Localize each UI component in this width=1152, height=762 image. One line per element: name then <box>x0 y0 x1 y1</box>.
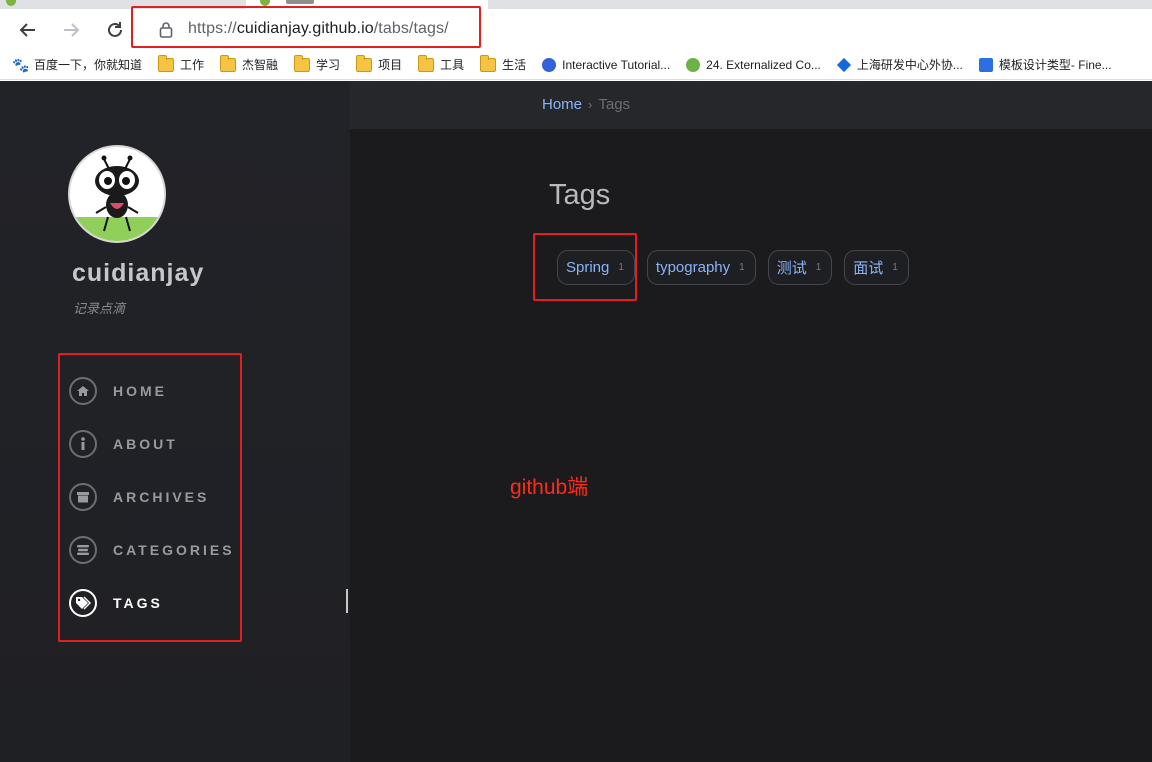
bookmark-label: 工作 <box>180 58 205 72</box>
tag-list: Spring 1 typography 1 测试 1 面试 1 <box>557 250 921 285</box>
tag-typography[interactable]: typography 1 <box>646 250 756 285</box>
reload-button[interactable] <box>102 17 128 43</box>
tag-name: Spring <box>566 259 610 276</box>
bookmark-folder-life[interactable]: 生活 <box>480 54 527 73</box>
bookmark-label: 百度一下，你就知道 <box>34 58 143 72</box>
url-text[interactable]: https://cuidianjay.github.io/tabs/tags/ <box>188 20 449 38</box>
main-content: Tags Spring 1 typography 1 测试 1 面试 1 github端 <box>350 129 1152 762</box>
bookmark-folder-work[interactable]: 工作 <box>158 54 205 73</box>
url-host: cuidianjay.github.io <box>236 20 374 37</box>
page: cuidianjay 记录点滴 HOME ABOUT ARCHIVES CATE… <box>0 81 1152 762</box>
tag-testing[interactable]: 测试 1 <box>767 250 833 285</box>
bookmark-label: 学习 <box>316 58 341 72</box>
page-title: Tags <box>549 179 611 211</box>
bookmark-k8s-tutorial[interactable]: Interactive Tutorial... <box>542 57 671 72</box>
bookmark-jira[interactable]: 上海研发中心外协... <box>836 56 963 73</box>
bookmark-label: 模板设计类型- Fine... <box>998 58 1112 72</box>
bookmark-folder-study[interactable]: 学习 <box>294 54 341 73</box>
bookmark-folder-jiezhirong[interactable]: 杰智融 <box>220 54 279 73</box>
ant-avatar-icon <box>70 155 164 241</box>
topbar: Home › Tags <box>350 81 1152 129</box>
sidebar-resize-handle[interactable] <box>346 589 348 613</box>
sidebar-item-label: ABOUT <box>113 435 178 452</box>
sidebar-item-about[interactable]: ABOUT <box>69 417 239 470</box>
back-arrow-icon <box>19 23 35 37</box>
bookmark-folder-tools[interactable]: 工具 <box>418 54 465 73</box>
browser-chrome: https://cuidianjay.github.io/tabs/tags/ … <box>0 0 1152 81</box>
tag-spring[interactable]: Spring 1 <box>557 250 635 285</box>
tag-count: 1 <box>739 262 745 273</box>
bookmark-label: 杰智融 <box>242 58 279 72</box>
baidu-paw-icon: 🐾 <box>12 56 30 73</box>
kubernetes-icon <box>542 57 557 72</box>
url-scheme: https:// <box>188 20 237 37</box>
spring-leaf-icon <box>686 57 701 72</box>
tab-favicon <box>260 0 270 6</box>
tag-count: 1 <box>618 262 624 273</box>
active-tab[interactable] <box>246 0 488 9</box>
bookmark-spring-externalized[interactable]: 24. Externalized Co... <box>686 57 821 72</box>
bookmark-label: 上海研发中心外协... <box>856 58 963 72</box>
address-bar[interactable]: https://cuidianjay.github.io/tabs/tags/ <box>143 13 1152 45</box>
sidebar-nav: HOME ABOUT ARCHIVES CATEGORIES TAGS <box>69 364 239 629</box>
lock-icon[interactable] <box>159 21 173 38</box>
site-subtitle: 记录点滴 <box>73 301 126 316</box>
bookmark-label: Interactive Tutorial... <box>562 57 671 72</box>
tag-count: 1 <box>892 262 898 273</box>
jira-diamond-icon <box>836 57 851 72</box>
tab-strip <box>0 0 1152 9</box>
bookmark-baidu[interactable]: 🐾 百度一下，你就知道 <box>12 56 142 73</box>
tags-icon <box>69 588 97 617</box>
tab-favicon[interactable] <box>6 0 16 6</box>
sidebar-item-label: ARCHIVES <box>113 488 210 505</box>
bookmark-finereport[interactable]: 模板设计类型- Fine... <box>978 56 1112 73</box>
bookmark-label: 24. Externalized Co... <box>706 57 821 72</box>
sidebar-item-label: TAGS <box>113 594 163 611</box>
finereport-icon <box>978 57 993 72</box>
back-button[interactable] <box>15 17 41 43</box>
sidebar: cuidianjay 记录点滴 HOME ABOUT ARCHIVES CATE… <box>0 81 350 762</box>
sidebar-item-home[interactable]: HOME <box>69 364 239 417</box>
forward-arrow-icon <box>64 23 80 37</box>
reload-icon <box>108 22 122 37</box>
folder-icon <box>220 54 237 72</box>
folder-icon <box>294 54 311 72</box>
home-icon <box>69 376 97 405</box>
tag-name: typography <box>655 259 731 276</box>
annotation-label: github端 <box>510 476 589 499</box>
url-path: /tabs/tags/ <box>373 20 449 37</box>
folder-icon <box>158 54 175 72</box>
breadcrumb-current: Tags <box>598 96 631 113</box>
tag-count: 1 <box>815 262 822 273</box>
archive-icon <box>69 482 97 511</box>
bookmark-label: 工具 <box>440 58 465 72</box>
sidebar-item-tags[interactable]: TAGS <box>69 576 239 629</box>
site-title[interactable]: cuidianjay <box>72 259 204 288</box>
sidebar-item-label: CATEGORIES <box>113 541 235 558</box>
info-icon <box>69 429 97 458</box>
browser-toolbar: https://cuidianjay.github.io/tabs/tags/ <box>0 9 1152 49</box>
bookmark-folder-project[interactable]: 项目 <box>356 54 403 73</box>
forward-button[interactable] <box>58 17 84 43</box>
breadcrumb-separator: › <box>588 97 593 112</box>
bookmarks-bar: 🐾 百度一下，你就知道 工作 杰智融 学习 项目 工具 生活 Interactiv… <box>0 50 1152 80</box>
folder-icon <box>480 54 497 72</box>
breadcrumb-home-link[interactable]: Home <box>542 96 582 113</box>
sidebar-item-categories[interactable]: CATEGORIES <box>69 523 239 576</box>
tab-title-fragment <box>286 0 314 4</box>
breadcrumb: Home › Tags <box>542 96 630 113</box>
bookmark-label: 项目 <box>378 58 403 72</box>
tag-interview[interactable]: 面试 1 <box>844 250 909 285</box>
avatar[interactable] <box>68 145 166 243</box>
tag-name: 面试 <box>853 260 884 277</box>
sidebar-item-archives[interactable]: ARCHIVES <box>69 470 239 523</box>
sidebar-item-label: HOME <box>113 382 167 399</box>
folder-icon <box>418 54 435 72</box>
tag-name: 测试 <box>776 260 807 277</box>
bookmark-label: 生活 <box>502 58 527 72</box>
stream-icon <box>69 535 97 564</box>
folder-icon <box>356 54 373 72</box>
